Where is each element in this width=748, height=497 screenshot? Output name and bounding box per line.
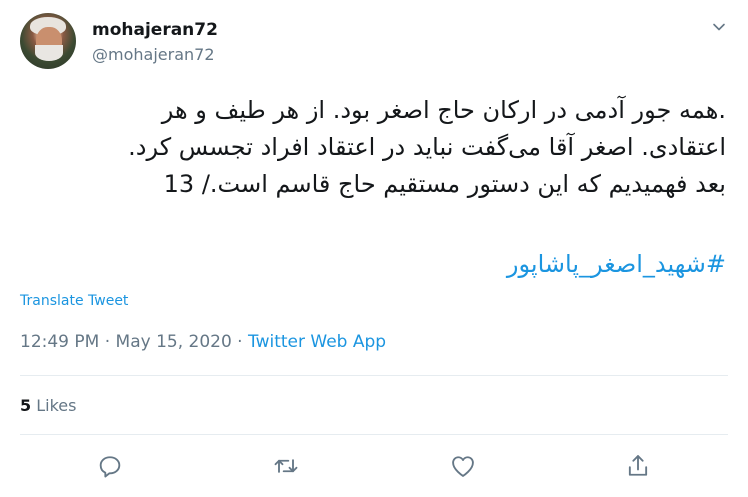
divider [20, 434, 728, 435]
user-name[interactable]: mohajeran72 [92, 20, 218, 40]
tweet-source-link[interactable]: Twitter Web App [248, 332, 386, 352]
tweet-line: اعتقادی. اصغر آقا می‌گفت نباید در اعتقاد… [128, 133, 726, 161]
tweet-meta: 12:49 PM · May 15, 2020 · Twitter Web Ap… [20, 332, 386, 352]
user-handle[interactable]: @mohajeran72 [92, 45, 215, 64]
hashtag-link[interactable]: #شهید_اصغر_پاشاپور [507, 250, 726, 278]
share-icon[interactable] [624, 452, 652, 480]
avatar[interactable] [20, 13, 76, 69]
tweet-text: .همه جور آدمی در ارکان حاج اصغر بود. از … [20, 92, 726, 203]
retweet-icon[interactable] [272, 452, 300, 480]
divider [20, 375, 728, 376]
avatar-beard [35, 45, 63, 61]
likes-count[interactable]: 5 Likes [20, 396, 76, 415]
likes-label: Likes [36, 396, 77, 415]
tweet-line: بعد فهمیدیم که این دستور مستقیم حاج قاسم… [163, 170, 726, 198]
tweet-line: .همه جور آدمی در ارکان حاج اصغر بود. از … [161, 96, 726, 124]
tweet-actions [20, 452, 728, 482]
likes-number: 5 [20, 396, 32, 415]
tweet-timestamp[interactable]: 12:49 PM · May 15, 2020 · [20, 332, 248, 352]
reply-icon[interactable] [96, 452, 124, 480]
heart-icon[interactable] [449, 452, 477, 480]
chevron-down-icon[interactable] [712, 20, 726, 34]
translate-tweet-link[interactable]: Translate Tweet [20, 293, 128, 309]
